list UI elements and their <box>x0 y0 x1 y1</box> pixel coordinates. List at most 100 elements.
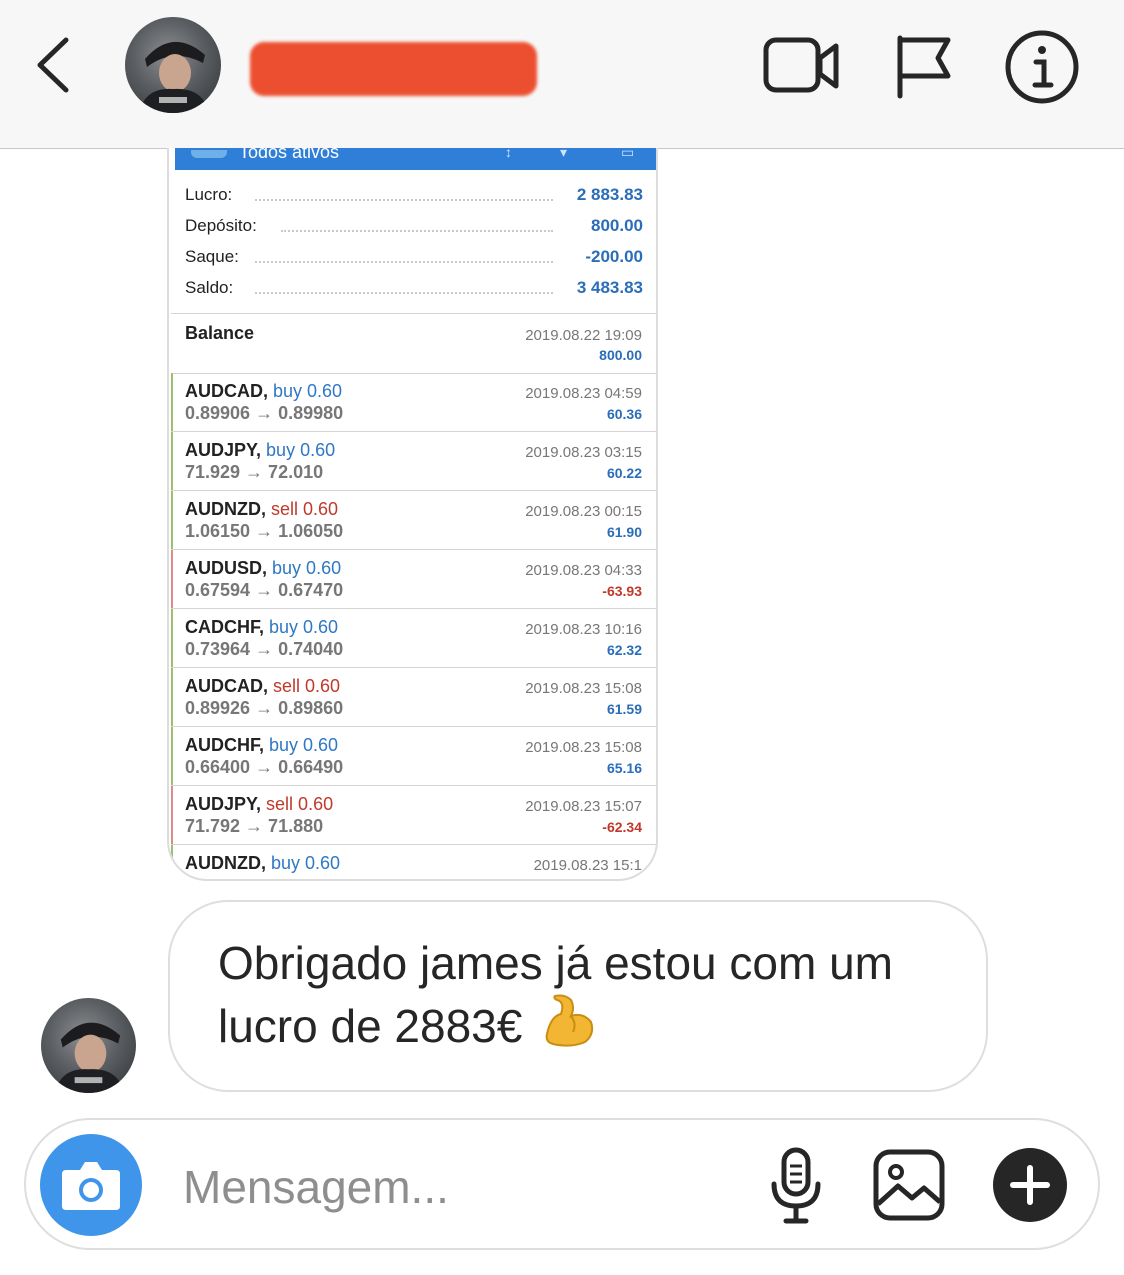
trade-edge <box>171 668 173 726</box>
trade-direction: buy 0.60 <box>269 617 339 637</box>
trade-row: AUDNZD, buy 0.60 2019.08.23 15:1 <box>171 845 656 879</box>
trade-row: AUDNZD, sell 0.60 1.06150 → 1.06050 2019.0… <box>171 491 656 550</box>
trade-row: AUDJPY, buy 0.60 71.929 → 72.010 2019.08.2… <box>171 432 656 491</box>
trade-profit: -62.34 <box>602 819 642 835</box>
trade-direction: buy 0.60 <box>273 381 343 401</box>
calendar-icon: ▭ <box>621 148 635 160</box>
trade-direction: sell 0.60 <box>273 676 341 696</box>
plus-button[interactable] <box>993 1148 1067 1222</box>
trade-title: AUDCHF, buy 0.60 <box>185 735 338 756</box>
trade-direction: buy 0.60 <box>271 853 341 873</box>
trade-profit: 60.36 <box>606 406 642 422</box>
summary-label: Saque: <box>185 247 245 267</box>
trade-date: 2019.08.23 15:08 <box>525 680 642 697</box>
avatar[interactable] <box>125 17 221 113</box>
microphone-icon[interactable] <box>766 1146 826 1226</box>
summary-row-balance: Saldo: 3 483.83 <box>185 276 643 307</box>
balance-date: 2019.08.22 19:09 <box>525 327 642 344</box>
divider <box>171 313 656 314</box>
trade-prices: 71.929 → 72.010 <box>185 462 324 482</box>
trade-prices: 0.73964 → 0.74040 <box>185 639 344 659</box>
camera-icon <box>62 1162 120 1210</box>
trade-pair: AUDCAD, <box>185 676 268 696</box>
trade-row: AUDCHF, buy 0.60 0.66400 → 0.66490 2019.08… <box>171 727 656 786</box>
shared-screenshot[interactable]: Todos ativos ↕ ▾ ▭ Lucro: 2 883.83 Depós… <box>167 148 658 881</box>
trade-title: AUDCAD, buy 0.60 <box>185 381 342 402</box>
trade-title: CADCHF, buy 0.60 <box>185 617 338 638</box>
trade-list: AUDCAD, buy 0.60 0.89906 → 0.89980 2019.08… <box>171 373 656 879</box>
app-logo-icon <box>191 150 227 158</box>
gallery-icon[interactable] <box>872 1148 946 1222</box>
summary-row-deposit: Depósito: 800.00 <box>185 214 643 245</box>
flag-icon[interactable] <box>890 30 970 102</box>
trade-title: AUDJPY, sell 0.60 <box>185 794 333 815</box>
summary-label: Depósito: <box>185 216 263 236</box>
trade-direction: sell 0.60 <box>266 794 334 814</box>
trade-edge <box>171 609 173 667</box>
summary-value: 3 483.83 <box>570 278 643 298</box>
trade-pair: AUDCAD, <box>185 381 268 401</box>
trade-edge <box>171 432 173 490</box>
account-summary: Lucro: 2 883.83 Depósito: 800.00 Saque: … <box>185 183 643 307</box>
plus-icon <box>1010 1165 1050 1205</box>
trade-direction: buy 0.60 <box>266 440 336 460</box>
message-composer <box>24 1118 1100 1250</box>
summary-label: Lucro: <box>185 185 239 205</box>
balance-entry: Balance 2019.08.22 19:09 800.00 <box>171 315 656 373</box>
trade-prices: 0.89926 → 0.89860 <box>185 698 344 718</box>
trade-profit: -63.93 <box>602 583 642 599</box>
trade-title: AUDJPY, buy 0.60 <box>185 440 335 461</box>
trade-pair: AUDNZD, <box>185 499 266 519</box>
trade-profit: 61.90 <box>606 524 642 540</box>
trade-row: AUDCAD, sell 0.60 0.89926 → 0.89860 2019.0… <box>171 668 656 727</box>
trade-prices: 0.89906 → 0.89980 <box>185 403 344 423</box>
trade-date: 2019.08.23 15:07 <box>525 798 642 815</box>
chevron-left-icon[interactable] <box>28 30 80 100</box>
summary-row-withdrawal: Saque: -200.00 <box>185 245 643 276</box>
trade-title: AUDUSD, buy 0.60 <box>185 558 341 579</box>
trade-direction: buy 0.60 <box>269 735 339 755</box>
trade-edge <box>171 786 173 844</box>
info-icon[interactable] <box>1003 28 1081 106</box>
trade-edge <box>171 727 173 785</box>
sender-avatar[interactable] <box>41 998 136 1093</box>
screenshot-title: Todos ativos <box>239 148 340 162</box>
trade-pair: AUDJPY, <box>185 440 262 460</box>
trade-edge <box>171 373 173 431</box>
redacted-username <box>250 42 537 96</box>
summary-row-profit: Lucro: 2 883.83 <box>185 183 643 214</box>
trade-profit: 65.16 <box>606 760 642 776</box>
trade-prices: 0.67594 → 0.67470 <box>185 580 344 600</box>
trade-date: 2019.08.23 00:15 <box>525 503 642 520</box>
balance-label: Balance <box>185 323 255 343</box>
trade-row: CADCHF, buy 0.60 0.73964 → 0.74040 2019.08… <box>171 609 656 668</box>
chat-header <box>0 0 1124 149</box>
summary-value: -200.00 <box>579 247 643 267</box>
trade-prices: 1.06150 → 1.06050 <box>185 521 344 541</box>
trade-date: 2019.08.23 10:16 <box>525 621 642 638</box>
trade-pair: AUDCHF, <box>185 735 264 755</box>
trade-date: 2019.08.23 03:15 <box>525 444 642 461</box>
trade-pair: AUDJPY, <box>185 794 262 814</box>
trade-title: AUDCAD, sell 0.60 <box>185 676 340 697</box>
message-input[interactable] <box>181 1148 745 1226</box>
trade-pair: AUDUSD, <box>185 558 268 578</box>
summary-value: 800.00 <box>585 216 643 236</box>
trade-title: AUDNZD, sell 0.60 <box>185 499 338 520</box>
trade-date: 2019.08.23 04:59 <box>525 385 642 402</box>
camera-button[interactable] <box>40 1134 142 1236</box>
video-camera-icon[interactable] <box>762 30 842 102</box>
trade-profit: 61.59 <box>606 701 642 717</box>
sort-icon: ↕ <box>505 148 512 160</box>
trade-profit: 60.22 <box>606 465 642 481</box>
message-bubble[interactable]: Obrigado james já estou com um lucro de … <box>168 900 988 1092</box>
trade-edge <box>171 845 173 879</box>
trade-row: AUDJPY, sell 0.60 71.792 → 71.880 2019.08.… <box>171 786 656 845</box>
trade-pair: AUDNZD, <box>185 853 266 873</box>
trade-profit: 62.32 <box>606 642 642 658</box>
trade-edge <box>171 550 173 608</box>
flexed-biceps-icon <box>545 994 594 1047</box>
trade-row: AUDCAD, buy 0.60 0.89906 → 0.89980 2019.08… <box>171 373 656 432</box>
summary-label: Saldo: <box>185 278 240 298</box>
trade-edge <box>171 491 173 549</box>
